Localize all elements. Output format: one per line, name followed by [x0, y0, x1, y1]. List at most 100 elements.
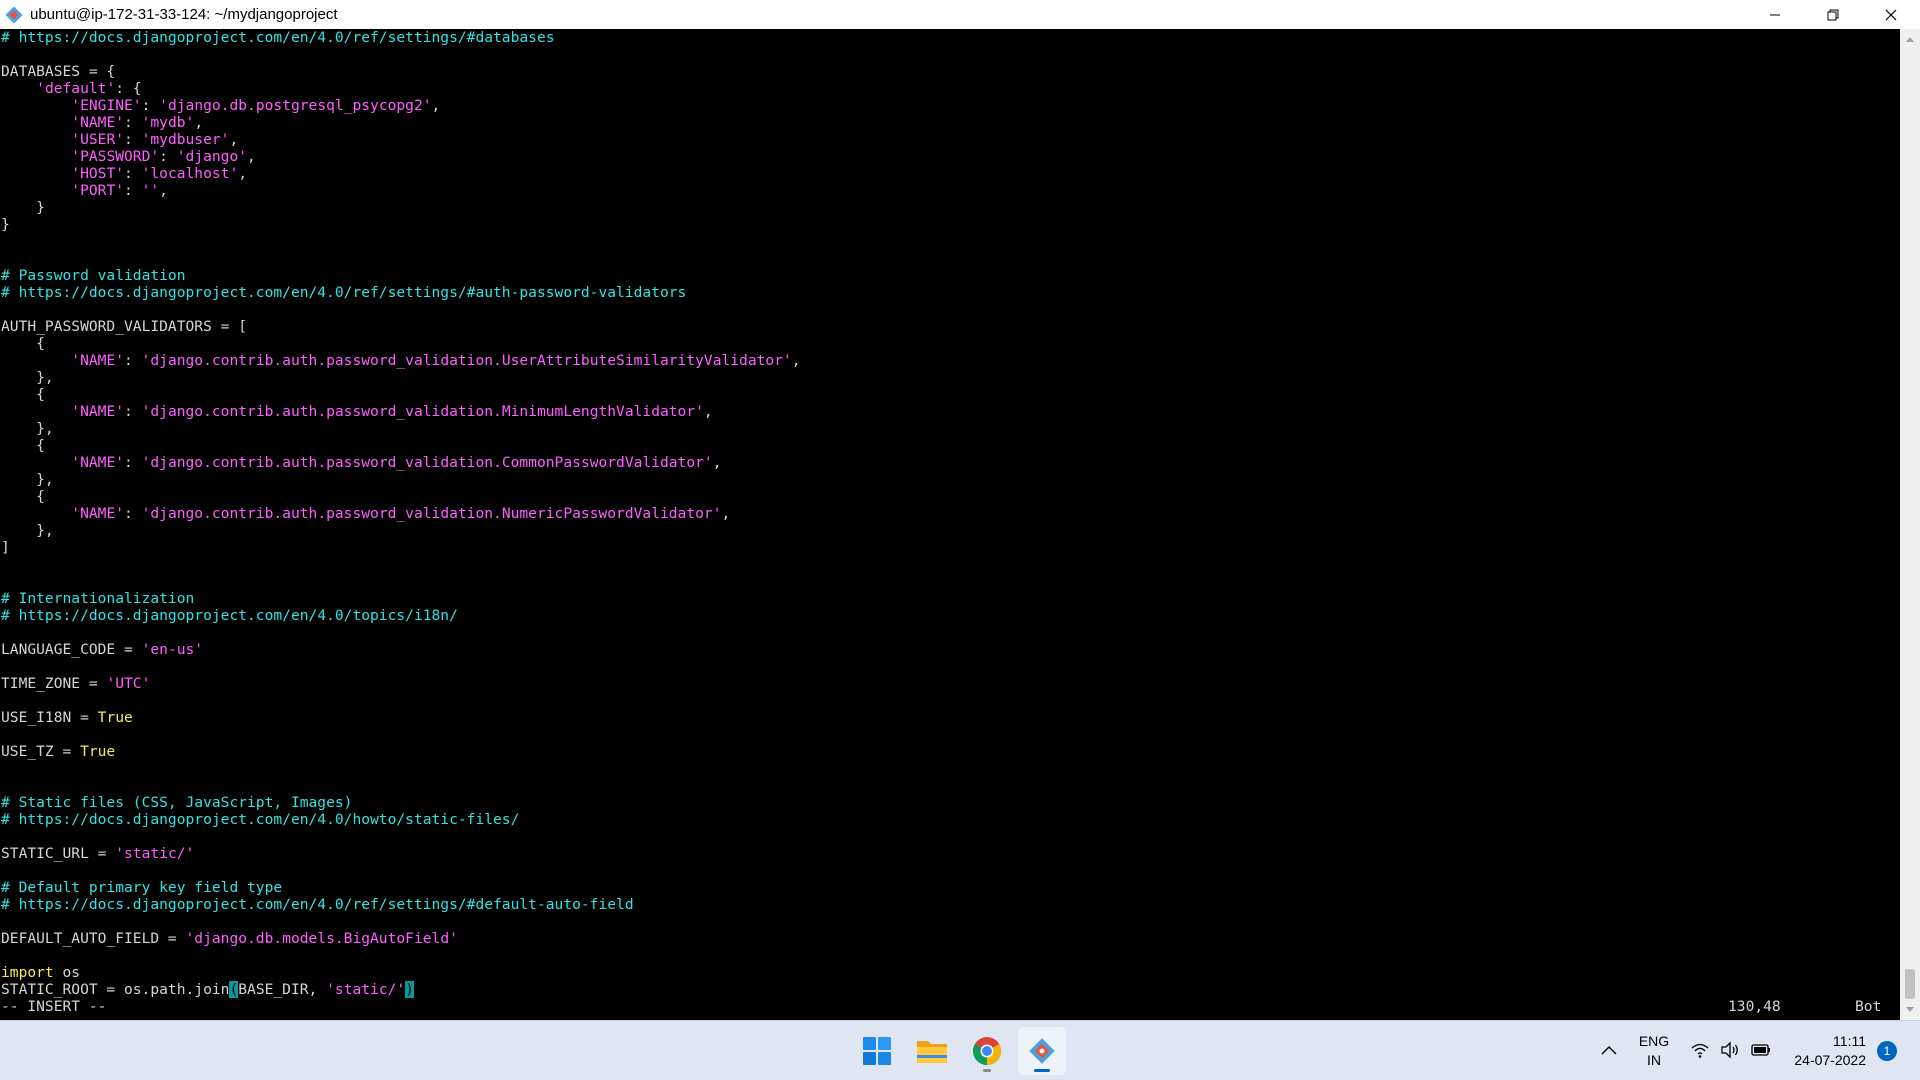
code-line: # https://docs.djangoproject.com/en/4.0/…	[1, 811, 1900, 828]
code-token: 'mydbuser'	[141, 131, 230, 148]
code-line: 'NAME': 'django.contrib.auth.password_va…	[1, 454, 1900, 471]
code-token: import	[1, 964, 54, 981]
system-tray[interactable]	[1690, 1040, 1772, 1060]
code-token: DEFAULT_AUTO_FIELD =	[1, 930, 186, 947]
notification-badge[interactable]: 1	[1877, 1041, 1897, 1061]
window-title: ubuntu@ip-172-31-33-124: ~/mydjangoproje…	[30, 6, 338, 23]
code-token: # Internationalization	[1, 590, 195, 607]
code-token: 'NAME'	[71, 505, 125, 522]
region-code: IN	[1647, 1052, 1661, 1068]
code-line: # https://docs.djangoproject.com/en/4.0/…	[1, 29, 1900, 46]
vertical-scrollbar[interactable]	[1900, 29, 1920, 1020]
start-button[interactable]	[853, 1027, 901, 1075]
code-token: ]	[1, 539, 10, 556]
code-line: },	[1, 369, 1900, 386]
scroll-up-icon[interactable]	[1905, 35, 1915, 45]
language-code: ENG	[1638, 1033, 1670, 1049]
code-token: ,	[712, 454, 722, 471]
code-token: # https://docs.djangoproject.com/en/4.0/…	[1, 29, 555, 46]
code-line: 'NAME': 'mydb',	[1, 114, 1900, 131]
code-token: ,	[194, 114, 204, 131]
chrome-icon	[973, 1037, 1001, 1065]
code-line: 'USER': 'mydbuser',	[1, 131, 1900, 148]
code-line: 'NAME': 'django.contrib.auth.password_va…	[1, 505, 1900, 522]
wifi-icon[interactable]	[1690, 1040, 1710, 1060]
clock[interactable]: 11:11 24-07-2022	[1780, 1032, 1866, 1070]
code-line: },	[1, 420, 1900, 437]
code-token: :	[141, 97, 160, 114]
terminal-view[interactable]: # https://docs.djangoproject.com/en/4.0/…	[0, 29, 1900, 1020]
scrollbar-thumb[interactable]	[1905, 969, 1915, 999]
code-line: # Internationalization	[1, 590, 1900, 607]
vim-status-line: -- INSERT -- 130,48 Bot	[0, 998, 1900, 1015]
code-line: 'NAME': 'django.contrib.auth.password_va…	[1, 352, 1900, 369]
app-running-indicator	[983, 1069, 991, 1072]
code-token: True	[80, 743, 116, 760]
code-line: # Password validation	[1, 267, 1900, 284]
code-line: 'HOST': 'localhost',	[1, 165, 1900, 182]
code-token: 'django.db.postgresql_psycopg2'	[159, 97, 432, 114]
code-line: {	[1, 437, 1900, 454]
code-token: 'django'	[176, 148, 248, 165]
code-token: 'django.contrib.auth.password_validation…	[141, 352, 792, 369]
code-token: ''	[141, 182, 160, 199]
scroll-indicator: Bot	[1855, 998, 1882, 1015]
code-token: ,	[159, 182, 168, 199]
restore-icon	[1827, 9, 1839, 20]
code-token: {	[1, 386, 45, 403]
code-line: {	[1, 488, 1900, 505]
cursor-position: 130,48	[1728, 998, 1781, 1015]
close-button[interactable]	[1862, 0, 1920, 29]
code-token: : {	[115, 80, 142, 97]
battery-icon[interactable]	[1750, 1040, 1772, 1060]
code-token: },	[1, 369, 54, 386]
terminal-button[interactable]	[1018, 1027, 1066, 1075]
code-token: {	[1, 488, 45, 505]
code-token: }	[1, 216, 10, 233]
code-token: {	[1, 437, 45, 454]
code-token: ,	[703, 403, 713, 420]
code-token: :	[124, 352, 142, 369]
scroll-down-icon[interactable]	[1905, 1004, 1915, 1014]
code-token: ,	[431, 97, 441, 114]
code-token: USE_I18N =	[1, 709, 98, 726]
title-bar[interactable]: ubuntu@ip-172-31-33-124: ~/mydjangoproje…	[0, 0, 1920, 29]
code-token: STATIC_URL =	[1, 845, 116, 862]
code-token: BASE_DIR,	[238, 981, 327, 998]
code-line: # Static files (CSS, JavaScript, Images)	[1, 794, 1900, 811]
chevron-up-icon[interactable]	[1600, 1043, 1618, 1057]
code-token: 'django.contrib.auth.password_validation…	[141, 505, 722, 522]
code-token: }	[1, 199, 45, 216]
code-token: ,	[791, 352, 801, 369]
code-token: },	[1, 471, 54, 488]
editor-buffer[interactable]: # https://docs.djangoproject.com/en/4.0/…	[0, 29, 1900, 998]
code-token: 'default'	[36, 80, 116, 97]
code-token: :	[124, 505, 142, 522]
language-indicator[interactable]: ENG IN	[1636, 1032, 1672, 1070]
code-token: :	[159, 148, 177, 165]
code-token: # https://docs.djangoproject.com/en/4.0/…	[1, 896, 634, 913]
minimize-button[interactable]	[1746, 0, 1804, 29]
code-line: # https://docs.djangoproject.com/en/4.0/…	[1, 896, 1900, 913]
volume-icon[interactable]	[1720, 1040, 1740, 1060]
code-token: 'NAME'	[71, 352, 125, 369]
restore-button[interactable]	[1804, 0, 1862, 29]
chrome-button[interactable]	[963, 1027, 1011, 1075]
file-explorer-button[interactable]	[908, 1027, 956, 1075]
code-token: 'localhost'	[141, 165, 239, 182]
code-line: USE_I18N = True	[1, 709, 1900, 726]
code-line: # Default primary key field type	[1, 879, 1900, 896]
code-line: }	[1, 199, 1900, 216]
code-line: 'NAME': 'django.contrib.auth.password_va…	[1, 403, 1900, 420]
code-token: :	[124, 454, 142, 471]
